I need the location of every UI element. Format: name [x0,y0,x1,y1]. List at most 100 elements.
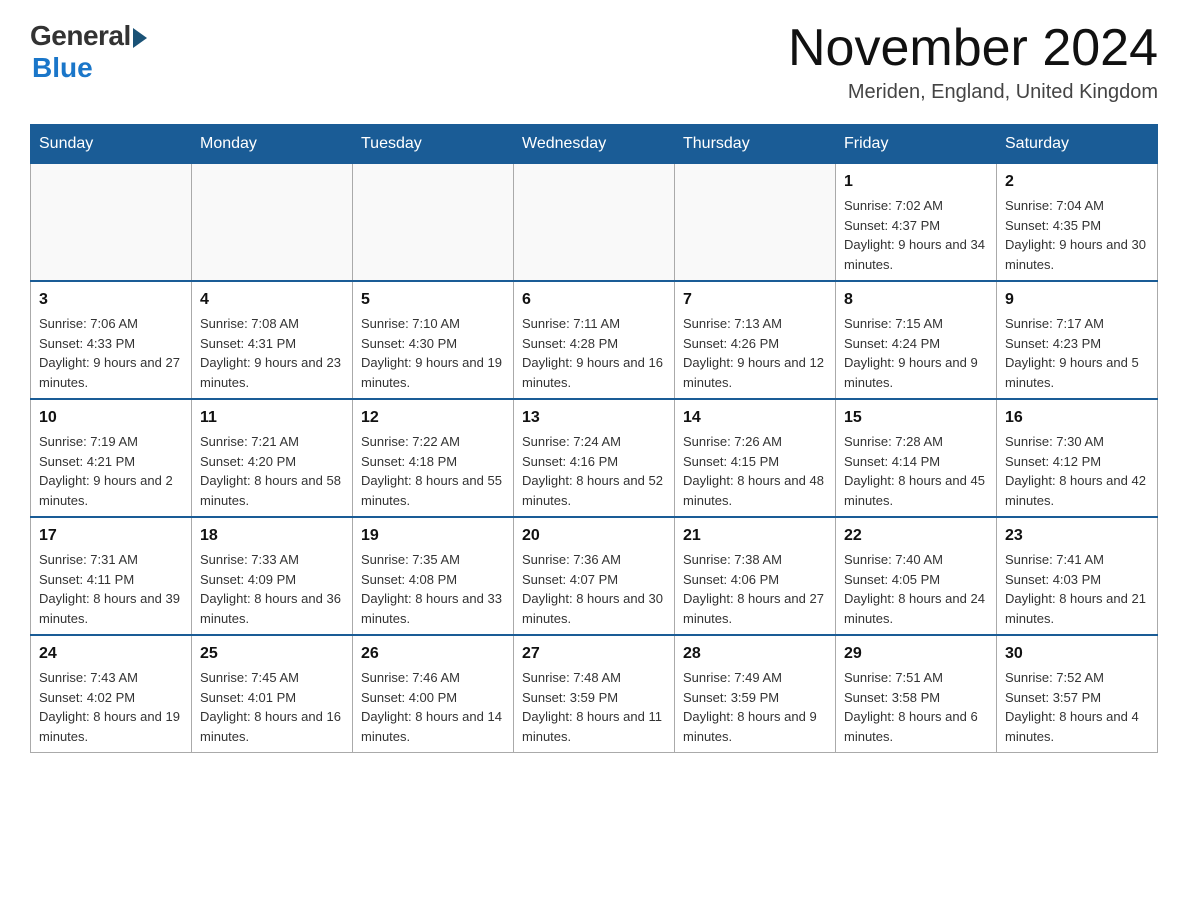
day-info: Daylight: 8 hours and 45 minutes. [844,471,988,510]
day-info: Sunrise: 7:49 AM [683,668,827,688]
day-info: Daylight: 8 hours and 42 minutes. [1005,471,1149,510]
day-info: Daylight: 9 hours and 23 minutes. [200,353,344,392]
month-title: November 2024 [788,20,1158,77]
day-info: Daylight: 9 hours and 16 minutes. [522,353,666,392]
calendar-cell: 9Sunrise: 7:17 AMSunset: 4:23 PMDaylight… [997,281,1158,399]
day-info: Daylight: 9 hours and 30 minutes. [1005,235,1149,274]
calendar-cell [192,164,353,282]
header-day-thursday: Thursday [675,125,836,164]
day-number: 26 [361,642,505,666]
day-number: 18 [200,524,344,548]
day-info: Sunset: 4:18 PM [361,452,505,472]
calendar-cell: 29Sunrise: 7:51 AMSunset: 3:58 PMDayligh… [836,635,997,753]
calendar-cell: 5Sunrise: 7:10 AMSunset: 4:30 PMDaylight… [353,281,514,399]
day-info: Sunrise: 7:33 AM [200,550,344,570]
day-number: 21 [683,524,827,548]
day-info: Daylight: 9 hours and 34 minutes. [844,235,988,274]
day-number: 24 [39,642,183,666]
day-info: Sunrise: 7:45 AM [200,668,344,688]
day-info: Daylight: 8 hours and 6 minutes. [844,707,988,746]
calendar-cell: 26Sunrise: 7:46 AMSunset: 4:00 PMDayligh… [353,635,514,753]
day-info: Daylight: 8 hours and 52 minutes. [522,471,666,510]
day-info: Sunset: 4:01 PM [200,688,344,708]
day-info: Sunset: 4:06 PM [683,570,827,590]
day-info: Daylight: 8 hours and 16 minutes. [200,707,344,746]
calendar-header: SundayMondayTuesdayWednesdayThursdayFrid… [31,125,1158,164]
day-number: 12 [361,406,505,430]
day-number: 15 [844,406,988,430]
day-info: Daylight: 8 hours and 9 minutes. [683,707,827,746]
day-info: Sunset: 4:28 PM [522,334,666,354]
calendar-cell: 27Sunrise: 7:48 AMSunset: 3:59 PMDayligh… [514,635,675,753]
header-day-monday: Monday [192,125,353,164]
day-info: Daylight: 8 hours and 21 minutes. [1005,589,1149,628]
day-info: Sunrise: 7:11 AM [522,314,666,334]
calendar-body: 1Sunrise: 7:02 AMSunset: 4:37 PMDaylight… [31,164,1158,753]
calendar-cell: 6Sunrise: 7:11 AMSunset: 4:28 PMDaylight… [514,281,675,399]
day-number: 8 [844,288,988,312]
day-info: Daylight: 8 hours and 14 minutes. [361,707,505,746]
day-number: 29 [844,642,988,666]
day-info: Daylight: 8 hours and 58 minutes. [200,471,344,510]
calendar-week-2: 3Sunrise: 7:06 AMSunset: 4:33 PMDaylight… [31,281,1158,399]
day-info: Sunset: 3:59 PM [683,688,827,708]
day-info: Daylight: 8 hours and 30 minutes. [522,589,666,628]
day-number: 22 [844,524,988,548]
header-day-sunday: Sunday [31,125,192,164]
day-number: 4 [200,288,344,312]
day-info: Sunrise: 7:10 AM [361,314,505,334]
day-info: Sunrise: 7:04 AM [1005,196,1149,216]
day-info: Sunset: 4:21 PM [39,452,183,472]
day-info: Sunrise: 7:52 AM [1005,668,1149,688]
day-info: Sunrise: 7:19 AM [39,432,183,452]
day-info: Sunrise: 7:15 AM [844,314,988,334]
day-info: Sunrise: 7:13 AM [683,314,827,334]
day-info: Sunset: 4:31 PM [200,334,344,354]
logo-general-text: General [30,20,131,52]
day-number: 19 [361,524,505,548]
day-info: Daylight: 8 hours and 27 minutes. [683,589,827,628]
day-info: Daylight: 9 hours and 9 minutes. [844,353,988,392]
day-number: 16 [1005,406,1149,430]
header-row: SundayMondayTuesdayWednesdayThursdayFrid… [31,125,1158,164]
day-info: Sunset: 4:35 PM [1005,216,1149,236]
day-info: Sunset: 4:15 PM [683,452,827,472]
day-info: Sunset: 4:26 PM [683,334,827,354]
day-info: Sunrise: 7:35 AM [361,550,505,570]
day-number: 20 [522,524,666,548]
day-info: Sunrise: 7:30 AM [1005,432,1149,452]
day-info: Sunrise: 7:24 AM [522,432,666,452]
calendar-cell: 19Sunrise: 7:35 AMSunset: 4:08 PMDayligh… [353,517,514,635]
calendar-cell [353,164,514,282]
day-info: Sunset: 4:20 PM [200,452,344,472]
page-header: General Blue November 2024 Meriden, Engl… [30,20,1158,104]
day-number: 10 [39,406,183,430]
calendar-cell: 12Sunrise: 7:22 AMSunset: 4:18 PMDayligh… [353,399,514,517]
day-number: 14 [683,406,827,430]
calendar-week-4: 17Sunrise: 7:31 AMSunset: 4:11 PMDayligh… [31,517,1158,635]
day-info: Daylight: 8 hours and 4 minutes. [1005,707,1149,746]
calendar-cell: 4Sunrise: 7:08 AMSunset: 4:31 PMDaylight… [192,281,353,399]
calendar-cell: 16Sunrise: 7:30 AMSunset: 4:12 PMDayligh… [997,399,1158,517]
day-info: Sunrise: 7:08 AM [200,314,344,334]
calendar-cell: 3Sunrise: 7:06 AMSunset: 4:33 PMDaylight… [31,281,192,399]
day-info: Sunrise: 7:31 AM [39,550,183,570]
location-text: Meriden, England, United Kingdom [788,81,1158,104]
day-info: Daylight: 8 hours and 48 minutes. [683,471,827,510]
day-number: 27 [522,642,666,666]
day-info: Daylight: 8 hours and 33 minutes. [361,589,505,628]
calendar-cell: 21Sunrise: 7:38 AMSunset: 4:06 PMDayligh… [675,517,836,635]
day-number: 7 [683,288,827,312]
calendar-cell: 10Sunrise: 7:19 AMSunset: 4:21 PMDayligh… [31,399,192,517]
day-info: Sunset: 4:37 PM [844,216,988,236]
calendar-table: SundayMondayTuesdayWednesdayThursdayFrid… [30,124,1158,753]
day-info: Sunrise: 7:38 AM [683,550,827,570]
calendar-cell: 2Sunrise: 7:04 AMSunset: 4:35 PMDaylight… [997,164,1158,282]
calendar-cell: 20Sunrise: 7:36 AMSunset: 4:07 PMDayligh… [514,517,675,635]
calendar-cell [675,164,836,282]
day-info: Daylight: 9 hours and 12 minutes. [683,353,827,392]
day-info: Sunrise: 7:48 AM [522,668,666,688]
day-info: Sunset: 4:07 PM [522,570,666,590]
day-number: 28 [683,642,827,666]
day-info: Sunrise: 7:06 AM [39,314,183,334]
